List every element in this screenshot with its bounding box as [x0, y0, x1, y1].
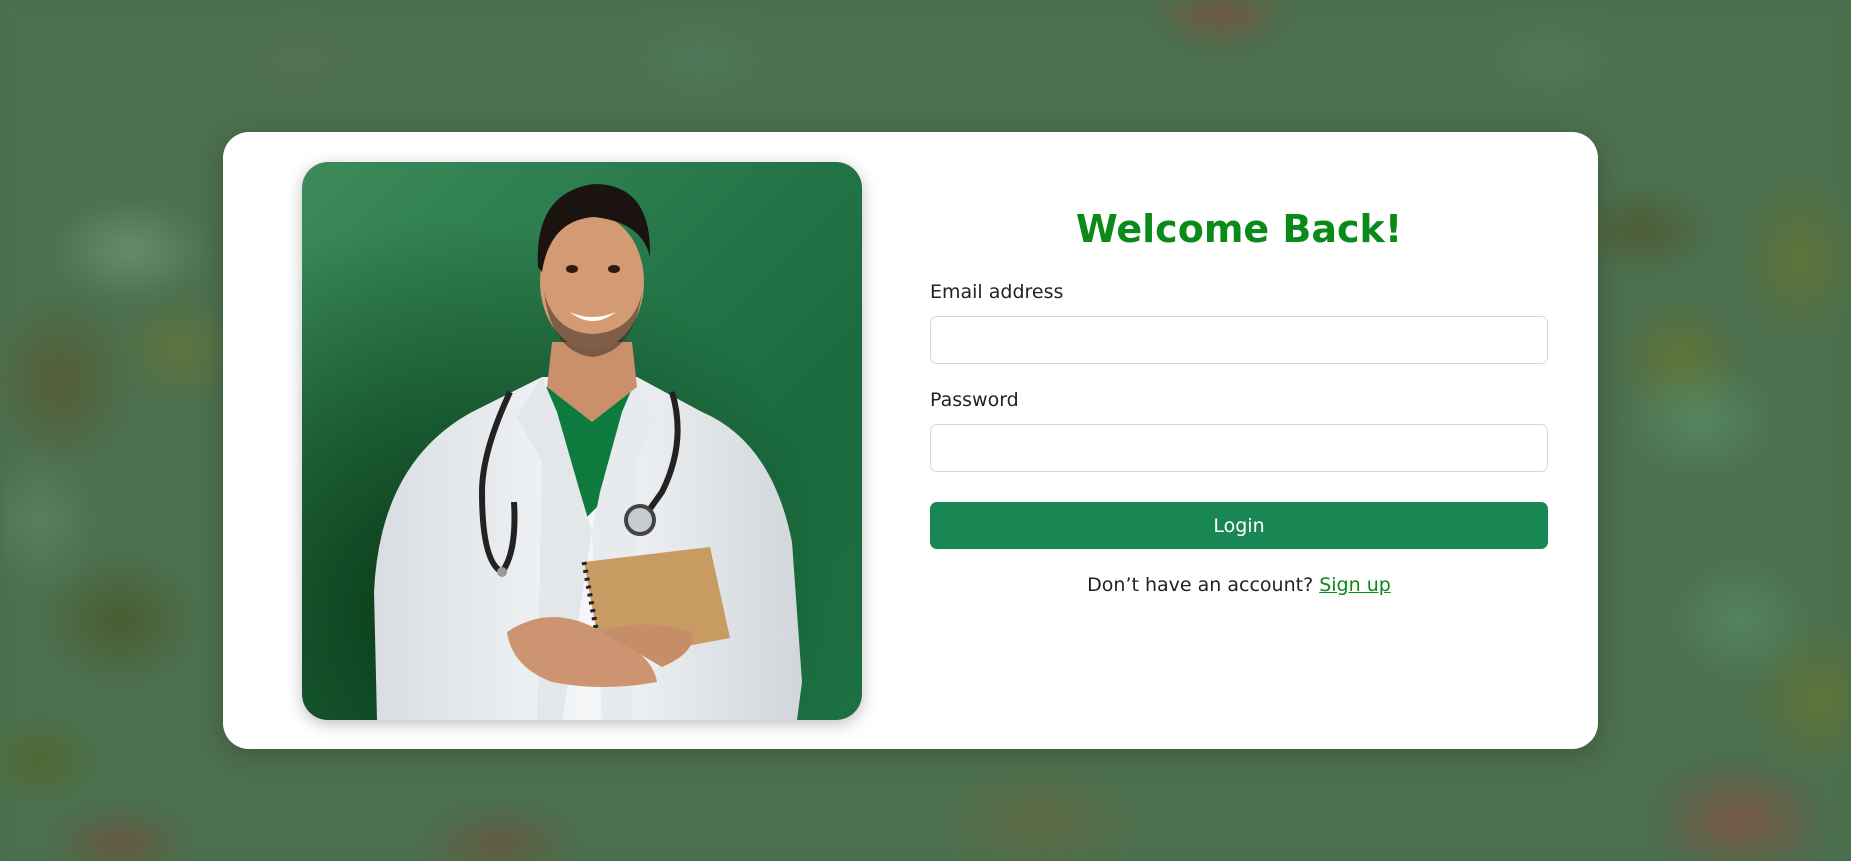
- login-form: Welcome Back! Email address Password Log…: [930, 204, 1548, 597]
- password-label: Password: [930, 389, 1019, 411]
- page-title: Welcome Back!: [1075, 207, 1403, 251]
- signup-row: Don’t have an account? Sign up: [930, 573, 1548, 597]
- doctor-photo: [302, 162, 862, 720]
- signup-link[interactable]: Sign up: [1319, 574, 1391, 596]
- signup-prompt: Don’t have an account?: [1087, 574, 1314, 596]
- email-label: Email address: [930, 281, 1064, 303]
- login-button[interactable]: Login: [930, 502, 1548, 549]
- email-field[interactable]: [930, 316, 1548, 364]
- login-card: Welcome Back! Email address Password Log…: [223, 132, 1598, 749]
- doctor-illustration: [302, 162, 862, 720]
- password-field[interactable]: [930, 424, 1548, 472]
